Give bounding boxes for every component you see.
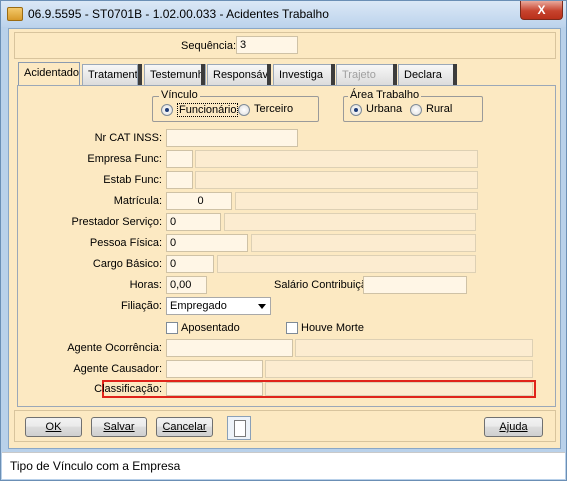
pessoa-name-field <box>251 234 476 252</box>
empresa-name-field <box>195 150 478 168</box>
prestador-code-field[interactable]: 0 <box>166 213 221 231</box>
aposentado-label[interactable]: Aposentado <box>181 322 240 334</box>
estab-code-field[interactable] <box>166 171 193 189</box>
salvar-button-label: Salvar <box>103 421 135 433</box>
status-bar: Tipo de Vínculo com a Empresa <box>2 452 565 479</box>
sequencia-field[interactable]: 3 <box>236 36 298 54</box>
tab-separator <box>267 64 271 85</box>
prestador-name-field <box>224 213 476 231</box>
tab-trajeto: Trajeto <box>336 64 394 85</box>
tab-tratamento[interactable]: Tratamento <box>82 64 138 85</box>
cargo-code-field[interactable]: 0 <box>166 255 214 273</box>
agente-causador-label: Agente Causador: <box>73 363 162 375</box>
ok-button[interactable]: OK <box>25 417 82 437</box>
filiacao-label: Filiação: <box>121 300 162 312</box>
document-icon[interactable] <box>227 416 251 440</box>
horas-label: Horas: <box>129 279 162 291</box>
sequencia-label: Sequência: <box>181 40 237 52</box>
classificacao-name-field <box>265 382 533 396</box>
cancelar-button-label: Cancelar <box>162 421 207 433</box>
radio-rural-label[interactable]: Rural <box>426 103 452 115</box>
pessoa-code-field[interactable]: 0 <box>166 234 248 252</box>
close-button[interactable]: X <box>520 1 563 20</box>
ok-button-label: OK <box>45 421 62 433</box>
button-bar: OK Salvar Cancelar Ajuda <box>14 410 556 442</box>
estab-label: Estab Func: <box>103 174 162 186</box>
sequencia-group: Sequência: 3 <box>14 32 556 59</box>
aposentado-checkbox[interactable] <box>166 322 178 334</box>
radio-terceiro[interactable] <box>238 104 250 116</box>
radio-funcionario[interactable] <box>161 104 173 116</box>
salario-field[interactable] <box>363 276 467 294</box>
chevron-down-icon <box>258 304 266 309</box>
tab-declara[interactable]: Declara <box>398 64 454 85</box>
tab-separator <box>138 64 142 85</box>
dialog-body: Sequência: 3 Acidentado Tratamento Teste… <box>8 28 561 449</box>
title-bar[interactable]: 06.9.5595 - ST0701B - 1.02.00.033 - Acid… <box>1 1 566 27</box>
houve-morte-label[interactable]: Houve Morte <box>301 322 364 334</box>
app-icon <box>7 7 23 21</box>
ajuda-button[interactable]: Ajuda <box>484 417 543 437</box>
vinculo-group: Vínculo Funcionário Terceiro <box>152 89 319 122</box>
agente-ocorrencia-code-field[interactable] <box>166 339 293 357</box>
tab-control: Acidentado Tratamento Testemunha Respons… <box>14 62 559 407</box>
window-title: 06.9.5595 - ST0701B - 1.02.00.033 - Acid… <box>28 7 329 21</box>
empresa-code-field[interactable] <box>166 150 193 168</box>
ajuda-button-label: Ajuda <box>499 421 528 433</box>
matricula-name-field <box>235 192 478 210</box>
vinculo-title: Vínculo <box>159 89 200 101</box>
nr-cat-label: Nr CAT INSS: <box>94 132 162 144</box>
salvar-button[interactable]: Salvar <box>91 417 147 437</box>
radio-urbana[interactable] <box>350 104 362 116</box>
prestador-label: Prestador Serviço: <box>71 216 162 228</box>
main-window: 06.9.5595 - ST0701B - 1.02.00.033 - Acid… <box>0 0 567 481</box>
agente-ocorrencia-name-field <box>295 339 533 357</box>
acidentado-panel: Vínculo Funcionário Terceiro Área Trabal… <box>17 85 556 407</box>
estab-name-field <box>195 171 478 189</box>
area-trabalho-group: Área Trabalho Urbana Rural <box>343 89 483 122</box>
tab-investiga[interactable]: Investiga <box>273 64 333 85</box>
tab-acidentado[interactable]: Acidentado <box>18 62 80 86</box>
tab-separator <box>201 64 205 85</box>
radio-terceiro-label[interactable]: Terceiro <box>254 103 293 115</box>
agente-causador-name-field <box>265 360 533 378</box>
classificacao-code-field[interactable] <box>166 382 263 396</box>
tab-testemunha[interactable]: Testemunha <box>144 64 206 85</box>
filiacao-select[interactable]: Empregado <box>166 297 271 315</box>
classificacao-label: Classificação: <box>94 383 162 395</box>
matricula-label: Matrícula: <box>113 195 162 207</box>
agente-ocorrencia-label: Agente Ocorrência: <box>67 342 162 354</box>
salario-label: Salário Contribuição: <box>274 279 377 291</box>
matricula-code-field[interactable]: 0 <box>166 192 232 210</box>
cargo-name-field <box>217 255 476 273</box>
tab-responsavel[interactable]: Responsável <box>207 64 269 85</box>
radio-urbana-label[interactable]: Urbana <box>366 103 402 115</box>
agente-causador-code-field[interactable] <box>166 360 263 378</box>
tab-separator <box>393 64 397 85</box>
cancelar-button[interactable]: Cancelar <box>156 417 213 437</box>
filiacao-value: Empregado <box>170 300 227 312</box>
empresa-label: Empresa Func: <box>87 153 162 165</box>
radio-rural[interactable] <box>410 104 422 116</box>
tab-separator <box>331 64 335 85</box>
cargo-label: Cargo Básico: <box>92 258 162 270</box>
nr-cat-field[interactable] <box>166 129 298 147</box>
area-trabalho-title: Área Trabalho <box>348 89 422 101</box>
radio-funcionario-label[interactable]: Funcionário <box>177 103 239 117</box>
horas-field[interactable]: 0,00 <box>166 276 207 294</box>
pessoa-label: Pessoa Física: <box>89 237 162 249</box>
houve-morte-checkbox[interactable] <box>286 322 298 334</box>
tab-separator <box>453 64 457 85</box>
